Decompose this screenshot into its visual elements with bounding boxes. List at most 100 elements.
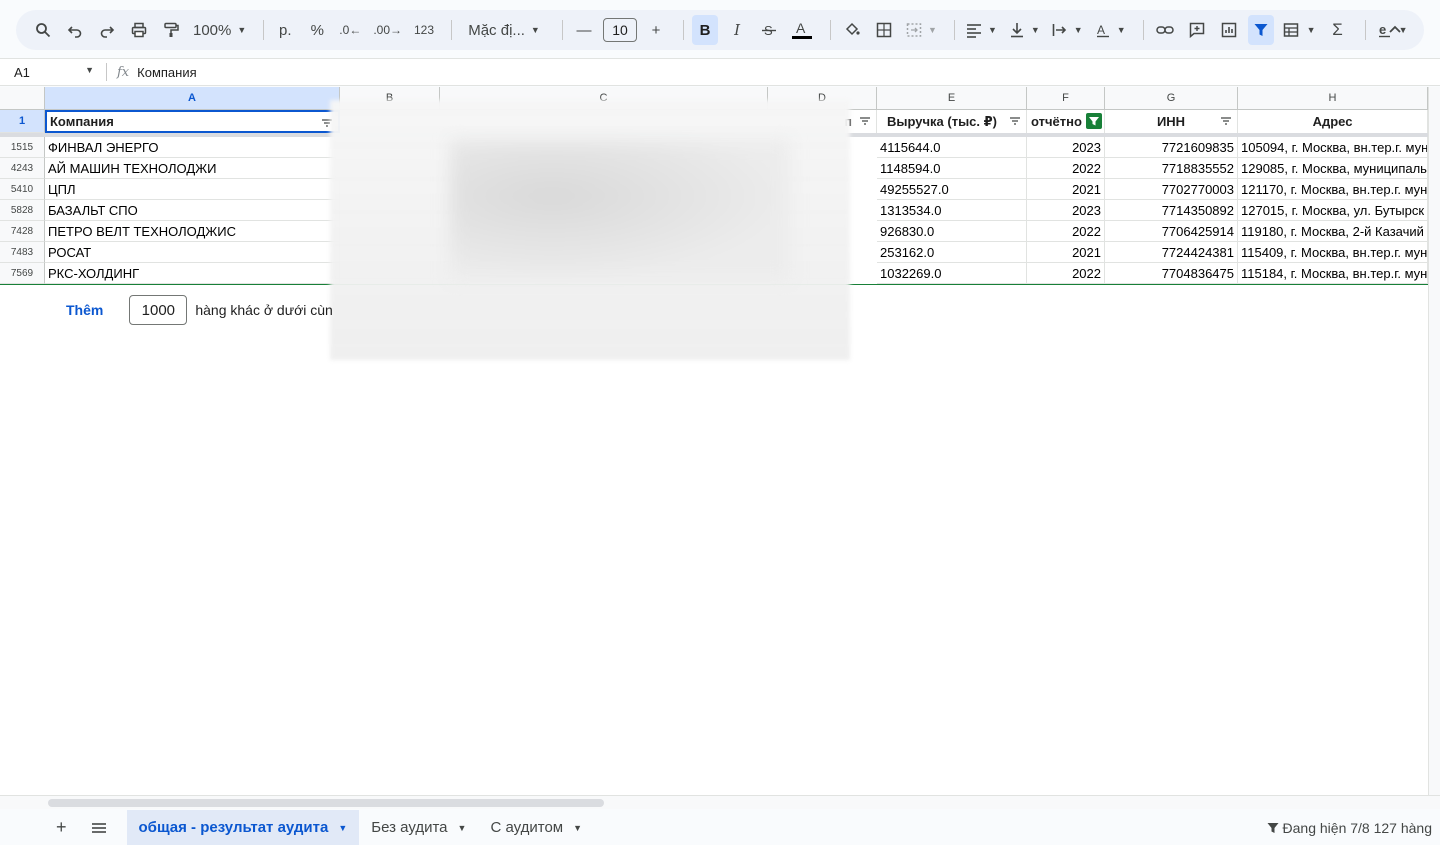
undo-icon[interactable] (62, 15, 88, 45)
company-cell[interactable]: ЦПЛ (45, 179, 340, 200)
chevron-down-icon[interactable]: ▼ (338, 823, 347, 833)
address-cell[interactable]: 105094, г. Москва, вн.тер.г. мун (1238, 137, 1428, 158)
year-cell[interactable]: 2022 (1027, 158, 1105, 179)
header-cell-inn[interactable]: ИНН (1105, 110, 1238, 133)
row-header[interactable]: 1515 (0, 137, 45, 158)
insert-link-button[interactable] (1152, 15, 1178, 45)
row-header[interactable]: 5828 (0, 200, 45, 221)
company-cell[interactable]: БАЗАЛЬТ СПО (45, 200, 340, 221)
row-header[interactable]: 7428 (0, 221, 45, 242)
row-header[interactable]: 7569 (0, 263, 45, 284)
company-cell[interactable]: АЙ МАШИН ТЕХНОЛОДЖИ (45, 158, 340, 179)
all-sheets-button[interactable] (79, 810, 119, 845)
filter-views-button[interactable]: ▼ (1280, 15, 1319, 45)
bold-button[interactable]: B (692, 15, 719, 45)
year-cell[interactable]: 2021 (1027, 179, 1105, 200)
fill-color-button[interactable] (839, 15, 865, 45)
select-all-corner[interactable] (0, 87, 45, 110)
increase-font-size-button[interactable]: + (643, 15, 669, 45)
redo-icon[interactable] (94, 15, 120, 45)
inn-cell[interactable]: 7702770003 (1105, 179, 1238, 200)
company-cell[interactable]: РОСАТ (45, 242, 340, 263)
chevron-down-icon[interactable]: ▼ (458, 823, 467, 833)
revenue-cell[interactable]: 49255527.0 (877, 179, 1027, 200)
name-box[interactable]: A1 ▼ (0, 65, 100, 80)
header-cell-address[interactable]: Адрес (1238, 110, 1428, 133)
filter-icon[interactable] (1009, 115, 1021, 127)
row-header[interactable]: 7483 (0, 242, 45, 263)
decrease-font-size-button[interactable]: — (571, 15, 597, 45)
year-cell[interactable]: 2021 (1027, 242, 1105, 263)
paint-format-icon[interactable] (158, 15, 184, 45)
more-formats-button[interactable]: 123 (411, 15, 437, 45)
company-cell[interactable]: ФИНВАЛ ЭНЕРГО (45, 137, 340, 158)
italic-button[interactable]: I (724, 15, 750, 45)
year-cell[interactable]: 2022 (1027, 221, 1105, 242)
text-wrap-button[interactable]: ▼ (1049, 15, 1086, 45)
filter-status[interactable]: Đang hiện 7/8 127 hàng (1267, 820, 1432, 836)
zoom-select[interactable]: 100% ▼ (190, 15, 249, 45)
row-header[interactable]: 4243 (0, 158, 45, 179)
inn-cell[interactable]: 7718835552 (1105, 158, 1238, 179)
sheet-tab-1[interactable]: общая - результат аудита ▼ (126, 810, 360, 845)
vertical-scrollbar[interactable] (1428, 87, 1440, 797)
merge-cells-button[interactable]: ▼ (903, 15, 940, 45)
company-cell[interactable]: ПЕТРО ВЕЛТ ТЕХНОЛОДЖИС (45, 221, 340, 242)
column-header-e[interactable]: E (877, 87, 1027, 110)
strikethrough-button[interactable]: S (756, 15, 782, 45)
revenue-cell[interactable]: 1032269.0 (877, 263, 1027, 284)
add-sheet-button[interactable]: + (44, 810, 79, 845)
search-menus-icon[interactable] (30, 15, 56, 45)
increase-decimal-button[interactable]: .00 → (370, 15, 405, 45)
address-cell[interactable]: 127015, г. Москва, ул. Бутырск (1238, 200, 1428, 221)
revenue-cell[interactable]: 4115644.0 (877, 137, 1027, 158)
year-cell[interactable]: 2023 (1027, 137, 1105, 158)
revenue-cell[interactable]: 1148594.0 (877, 158, 1027, 179)
inn-cell[interactable]: 7706425914 (1105, 221, 1238, 242)
active-filter-icon[interactable] (1086, 113, 1102, 129)
font-family-select[interactable]: Mặc đị... ▼ (460, 15, 548, 45)
horizontal-align-button[interactable]: ▼ (963, 15, 1000, 45)
decrease-decimal-button[interactable]: .0 ← (336, 15, 364, 45)
column-header-h[interactable]: H (1238, 87, 1428, 110)
inn-cell[interactable]: 7704836475 (1105, 263, 1238, 284)
header-cell-year[interactable]: отчётно (1027, 110, 1105, 133)
currency-format-button[interactable]: р. (272, 15, 298, 45)
address-cell[interactable]: 115409, г. Москва, вн.тер.г. мун (1238, 242, 1428, 263)
revenue-cell[interactable]: 1313534.0 (877, 200, 1027, 221)
sheet-tab-3[interactable]: С аудитом ▼ (478, 810, 594, 845)
revenue-cell[interactable]: 926830.0 (877, 221, 1027, 242)
collapse-menu-icon[interactable] (1388, 21, 1402, 39)
inn-cell[interactable]: 7721609835 (1105, 137, 1238, 158)
column-header-a[interactable]: A (45, 87, 340, 110)
header-cell-company[interactable]: Компания (45, 110, 340, 133)
row-header[interactable]: 1 (0, 110, 45, 133)
revenue-cell[interactable]: 253162.0 (877, 242, 1027, 263)
sheet-tab-2[interactable]: Без аудита ▼ (359, 810, 478, 845)
horizontal-scrollbar[interactable] (0, 795, 1440, 809)
filter-button[interactable] (1247, 15, 1274, 45)
row-header[interactable]: 5410 (0, 179, 45, 200)
horizontal-scroll-thumb[interactable] (48, 799, 604, 807)
header-cell-revenue[interactable]: Выручка (тыс. ₽) (877, 110, 1027, 133)
company-cell[interactable]: РКС-ХОЛДИНГ (45, 263, 340, 284)
address-cell[interactable]: 121170, г. Москва, вн.тер.г. мун (1238, 179, 1428, 200)
address-cell[interactable]: 115184, г. Москва, вн.тер.г. мун (1238, 263, 1428, 284)
column-header-f[interactable]: F (1027, 87, 1105, 110)
text-rotation-button[interactable]: A ▼ (1092, 15, 1129, 45)
chevron-down-icon[interactable]: ▼ (573, 823, 582, 833)
inn-cell[interactable]: 7714350892 (1105, 200, 1238, 221)
filter-icon[interactable] (1220, 115, 1232, 127)
percent-format-button[interactable]: % (304, 15, 330, 45)
year-cell[interactable]: 2022 (1027, 263, 1105, 284)
column-header-g[interactable]: G (1105, 87, 1238, 110)
vertical-align-button[interactable]: ▼ (1006, 15, 1043, 45)
add-rows-count-input[interactable]: 1000 (129, 295, 188, 325)
text-color-button[interactable]: A (788, 15, 816, 45)
borders-button[interactable] (871, 15, 897, 45)
address-cell[interactable]: 129085, г. Москва, муниципальн (1238, 158, 1428, 179)
formula-input[interactable]: Компания (137, 65, 197, 80)
year-cell[interactable]: 2023 (1027, 200, 1105, 221)
insert-comment-button[interactable] (1184, 15, 1210, 45)
font-size-input[interactable]: 10 (603, 18, 638, 42)
